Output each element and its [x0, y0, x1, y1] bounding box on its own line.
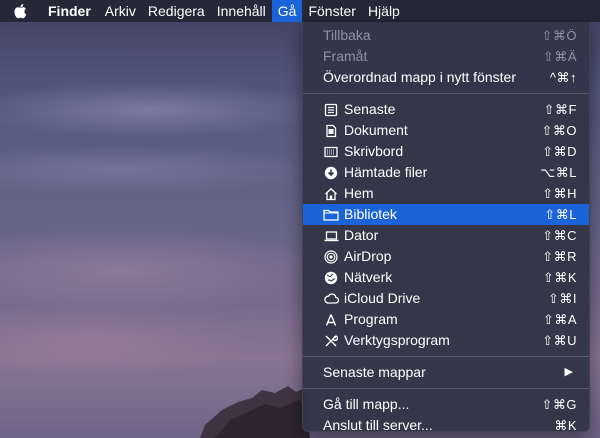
menu-item-home[interactable]: Hem ⇧⌘H	[303, 183, 589, 204]
menu-item-label: Skrivbord	[344, 143, 404, 159]
menu-item-forward[interactable]: Framåt ⇧⌘Ä	[303, 46, 589, 67]
menu-item-shortcut: ⇧⌘L	[544, 207, 577, 222]
menu-bar: Finder Arkiv Redigera Innehåll Gå Fönste…	[0, 0, 600, 22]
menu-item-airdrop[interactable]: AirDrop ⇧⌘R	[303, 246, 589, 267]
submenu-arrow-icon: ▶	[564, 366, 573, 378]
laptop-icon	[323, 228, 339, 244]
menu-arkiv[interactable]: Arkiv	[99, 0, 142, 22]
globe-icon	[323, 270, 339, 286]
menu-item-label: Gå till mapp...	[323, 396, 410, 412]
menu-item-go-to-folder[interactable]: Gå till mapp... ⇧⌘G	[303, 394, 589, 415]
menu-item-label: Framåt	[323, 48, 368, 64]
menu-item-applications[interactable]: Program ⇧⌘A	[303, 309, 589, 330]
menu-item-shortcut: ^⌘↑	[549, 70, 577, 85]
menu-item-desktop[interactable]: Skrivbord ⇧⌘D	[303, 141, 589, 162]
menu-item-shortcut: ⇧⌘O	[541, 123, 577, 138]
menu-item-label: AirDrop	[344, 248, 392, 264]
menu-item-shortcut: ⌘K	[554, 418, 577, 433]
menu-item-library[interactable]: Bibliotek ⇧⌘L	[303, 204, 589, 225]
menu-item-label: Bibliotek	[344, 206, 397, 222]
menu-finder[interactable]: Finder	[40, 0, 99, 22]
menu-item-shortcut: ⇧⌘G	[541, 397, 577, 412]
menu-item-label: Hämtade filer	[344, 164, 428, 180]
menu-hjalp[interactable]: Hjälp	[362, 0, 406, 22]
menu-item-recent-folders[interactable]: Senaste mappar ▶	[303, 362, 589, 383]
menu-item-label: Överordnad mapp i nytt fönster	[323, 69, 516, 85]
menu-innehall[interactable]: Innehåll	[211, 0, 272, 22]
menu-item-shortcut: ⇧⌘H	[542, 186, 577, 201]
menu-item-connect-to-server[interactable]: Anslut till server... ⌘K	[303, 415, 589, 436]
menu-item-shortcut: ⇧⌘U	[542, 333, 577, 348]
menu-item-label: Nätverk	[344, 269, 393, 285]
menu-item-label: Dokument	[344, 122, 408, 138]
folder-icon	[323, 207, 339, 223]
menu-item-network[interactable]: Nätverk ⇧⌘K	[303, 267, 589, 288]
menu-separator	[303, 388, 589, 389]
menu-item-shortcut: ⇧⌘Ö	[541, 28, 577, 43]
desktop-icon	[323, 144, 339, 160]
recents-icon	[323, 102, 339, 118]
menu-item-downloads[interactable]: Hämtade filer ⌥⌘L	[303, 162, 589, 183]
menu-item-recents[interactable]: Senaste ⇧⌘F	[303, 99, 589, 120]
go-menu-dropdown: Tillbaka ⇧⌘Ö Framåt ⇧⌘Ä Överordnad mapp …	[302, 22, 590, 433]
tools-icon	[323, 333, 339, 349]
apple-logo-icon[interactable]	[0, 0, 40, 22]
menu-item-shortcut: ⌥⌘L	[540, 165, 577, 180]
menu-item-enclosing-folder[interactable]: Överordnad mapp i nytt fönster ^⌘↑	[303, 67, 589, 88]
document-icon	[323, 123, 339, 139]
home-icon	[323, 186, 339, 202]
menu-ga[interactable]: Gå	[271, 0, 303, 22]
menu-item-shortcut: ⇧⌘D	[542, 144, 577, 159]
menu-item-shortcut: ⇧⌘Ä	[542, 49, 577, 64]
menu-separator	[303, 356, 589, 357]
menu-item-computer[interactable]: Dator ⇧⌘C	[303, 225, 589, 246]
menu-item-label: Tillbaka	[323, 27, 371, 43]
menu-item-label: Senaste	[344, 101, 396, 117]
menu-item-label: iCloud Drive	[344, 290, 421, 306]
menu-separator	[303, 93, 589, 94]
menu-item-documents[interactable]: Dokument ⇧⌘O	[303, 120, 589, 141]
menu-item-shortcut: ⇧⌘K	[542, 270, 577, 285]
menu-fonster[interactable]: Fönster	[302, 0, 361, 22]
menu-item-label: Hem	[344, 185, 374, 201]
download-icon	[323, 165, 339, 181]
menu-item-label: Program	[344, 311, 398, 327]
menu-item-shortcut: ⇧⌘R	[542, 249, 577, 264]
menu-redigera[interactable]: Redigera	[142, 0, 211, 22]
airdrop-icon	[323, 249, 339, 265]
menu-item-icloud-drive[interactable]: iCloud Drive ⇧⌘I	[303, 288, 589, 309]
menu-item-shortcut: ⇧⌘I	[547, 291, 577, 306]
menu-item-shortcut: ⇧⌘C	[542, 228, 577, 243]
menu-item-label: Dator	[344, 227, 379, 243]
menu-item-back[interactable]: Tillbaka ⇧⌘Ö	[303, 25, 589, 46]
applications-icon	[323, 312, 339, 328]
menu-item-label: Anslut till server...	[323, 417, 433, 433]
menu-item-utilities[interactable]: Verktygsprogram ⇧⌘U	[303, 330, 589, 351]
menu-item-label: Verktygsprogram	[344, 332, 450, 348]
menu-item-label: Senaste mappar	[323, 364, 426, 380]
menu-item-shortcut: ⇧⌘A	[542, 312, 577, 327]
cloud-icon	[323, 291, 339, 307]
menu-item-shortcut: ⇧⌘F	[543, 102, 577, 117]
